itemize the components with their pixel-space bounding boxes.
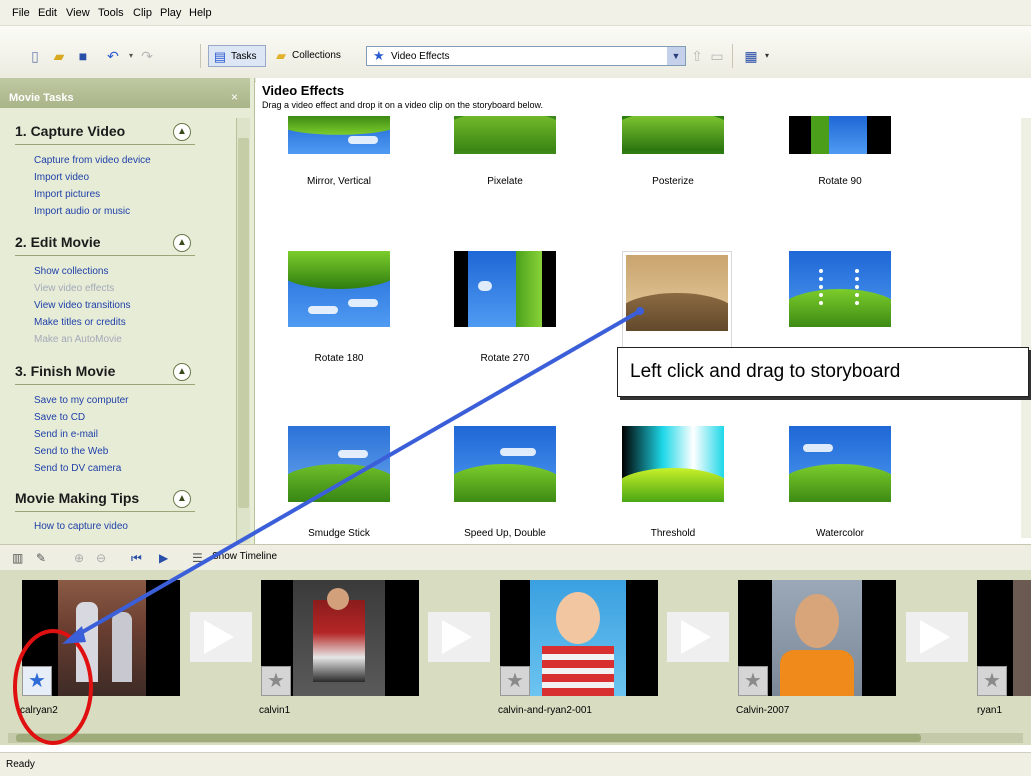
status-text: Ready [6, 759, 35, 770]
status-bar: Ready [0, 752, 1031, 776]
annotation-arrow-line [71, 309, 641, 640]
annotation-arrow-tail [636, 307, 644, 315]
annotation-overlay [13, 307, 644, 745]
annotation-circle [13, 629, 93, 745]
